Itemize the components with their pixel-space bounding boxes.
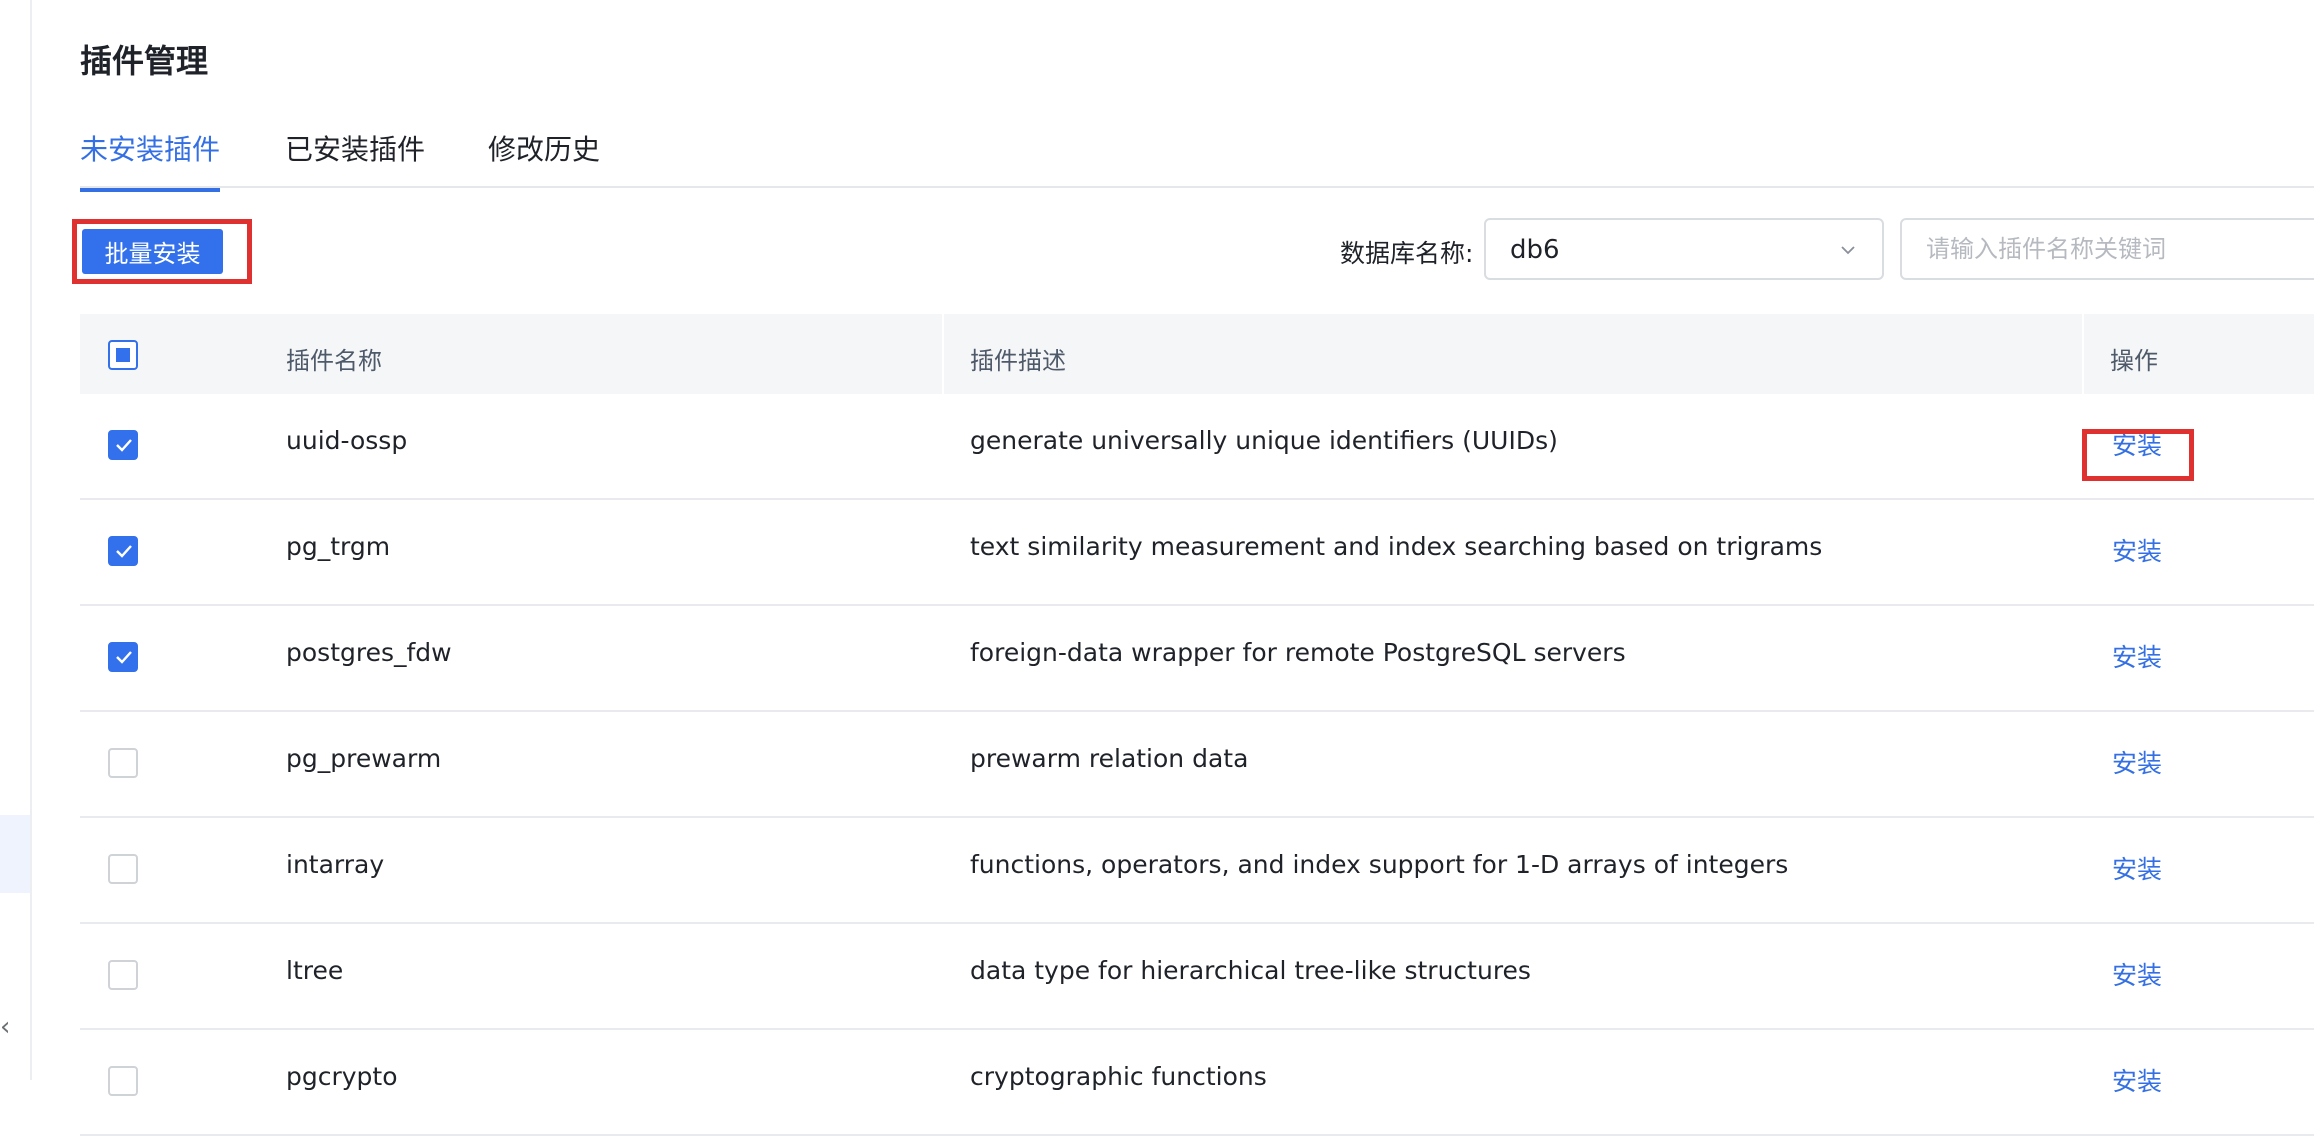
install-link[interactable]: 安装: [2112, 850, 2162, 886]
install-link[interactable]: 安装: [2112, 744, 2162, 780]
plugin-description: cryptographic functions: [970, 1062, 1267, 1091]
plugin-description: functions, operators, and index support …: [970, 850, 1789, 879]
plugin-description: foreign-data wrapper for remote PostgreS…: [970, 638, 1626, 667]
table-row: pg_prewarm prewarm relation data 安装: [80, 712, 2314, 818]
select-all-checkbox[interactable]: [108, 340, 138, 370]
row-checkbox[interactable]: [108, 430, 138, 460]
row-checkbox[interactable]: [108, 748, 138, 778]
left-sidebar: ‹: [0, 0, 32, 1080]
plugin-name: pg_prewarm: [286, 744, 442, 773]
install-link[interactable]: 安装: [2112, 1062, 2162, 1098]
row-checkbox[interactable]: [108, 536, 138, 566]
header-divider: [942, 314, 944, 394]
install-link[interactable]: 安装: [2112, 426, 2162, 462]
header-divider: [2082, 314, 2084, 394]
plugin-name: intarray: [286, 850, 385, 879]
install-link[interactable]: 安装: [2112, 638, 2162, 674]
table-row: ltree data type for hierarchical tree-li…: [80, 924, 2314, 1030]
sidebar-active-item[interactable]: [0, 815, 30, 893]
table-row: postgres_fdw foreign-data wrapper for re…: [80, 606, 2314, 712]
table-row: pg_trgm text similarity measurement and …: [80, 500, 2314, 606]
header-desc: 插件描述: [970, 347, 1066, 375]
chevron-down-icon: [1841, 246, 1855, 255]
batch-install-button[interactable]: 批量安装: [82, 229, 223, 274]
plugin-name: postgres_fdw: [286, 638, 452, 667]
tab-bar: 未安装插件 已安装插件 修改历史: [80, 128, 2314, 192]
plugin-description: data type for hierarchical tree-like str…: [970, 956, 1531, 985]
plugin-description: prewarm relation data: [970, 744, 1249, 773]
plugin-description: text similarity measurement and index se…: [970, 532, 1823, 561]
database-select-value: db6: [1510, 235, 1560, 265]
plugin-name: pg_trgm: [286, 532, 391, 561]
database-select[interactable]: db6: [1484, 218, 1884, 280]
table-row: intarray functions, operators, and index…: [80, 818, 2314, 924]
collapse-chevron-icon[interactable]: ‹: [0, 1014, 10, 1040]
plugin-table: 插件名称 插件描述 操作 uuid-ossp generate universa…: [80, 314, 2314, 1136]
table-row: uuid-ossp generate universally unique id…: [80, 394, 2314, 500]
install-link[interactable]: 安装: [2112, 532, 2162, 568]
batch-install-highlight: 批量安装: [72, 219, 252, 284]
tab-history[interactable]: 修改历史: [488, 128, 600, 188]
table-header: 插件名称 插件描述 操作: [80, 314, 2314, 394]
install-link[interactable]: 安装: [2112, 956, 2162, 992]
tab-uninstalled[interactable]: 未安装插件: [80, 128, 221, 192]
row-checkbox[interactable]: [108, 1066, 138, 1096]
row-checkbox[interactable]: [108, 960, 138, 990]
plugin-name: ltree: [286, 956, 344, 985]
plugin-description: generate universally unique identifiers …: [970, 426, 1558, 455]
header-name: 插件名称: [286, 347, 382, 375]
database-label: 数据库名称:: [1340, 239, 1474, 268]
plugin-name: uuid-ossp: [286, 426, 408, 455]
tab-installed[interactable]: 已安装插件: [285, 128, 425, 188]
page-title: 插件管理: [80, 42, 209, 80]
table-row: pgcrypto cryptographic functions 安装: [80, 1030, 2314, 1136]
row-checkbox[interactable]: [108, 642, 138, 672]
plugin-search-input[interactable]: [1900, 218, 2314, 280]
row-checkbox[interactable]: [108, 854, 138, 884]
plugin-name: pgcrypto: [286, 1062, 398, 1091]
header-op: 操作: [2110, 347, 2158, 375]
